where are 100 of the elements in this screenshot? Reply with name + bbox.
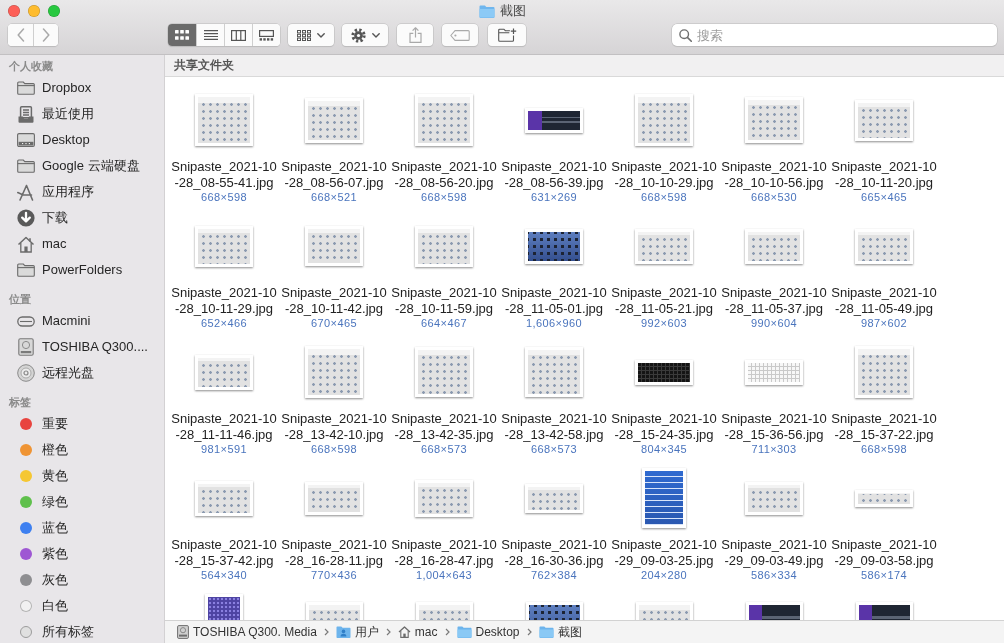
image-dimensions: 564×340 [201, 569, 247, 582]
image-thumbnail[interactable] [415, 94, 473, 146]
file-name[interactable]: Snipaste_2021-10-28_15-37-22.jpg [830, 411, 938, 443]
sidebar-section-title: 位置 [8, 292, 31, 307]
image-thumbnail[interactable] [415, 347, 473, 397]
folder-plus-icon [497, 28, 517, 42]
image-thumbnail[interactable] [642, 468, 686, 528]
sidebar-item[interactable]: 应用程序 [0, 179, 98, 205]
file-name[interactable]: Snipaste_2021-10-29_09-03-58.jpg [830, 537, 938, 569]
image-thumbnail[interactable] [525, 347, 583, 397]
action-dropdown[interactable] [342, 24, 388, 46]
share-icon [408, 27, 422, 43]
image-dimensions: 990×604 [751, 317, 797, 330]
image-dimensions: 711×303 [751, 443, 797, 456]
sidebar-item[interactable]: 紫色 [0, 541, 72, 567]
file-name[interactable]: Snipaste_2021-10-28_10-10-29.jpg [610, 159, 718, 191]
sidebar-item[interactable]: 黄色 [0, 463, 72, 489]
file-name[interactable]: Snipaste_2021-10-29_09-03-25.jpg [610, 537, 718, 569]
file-name[interactable]: Snipaste_2021-10-28_10-11-59.jpg [390, 285, 498, 317]
file-name[interactable]: Snipaste_2021-10-28_16-28-11.jpg [280, 537, 388, 569]
file-name[interactable]: Snipaste_2021-10-28_11-05-01.jpg [500, 285, 608, 317]
file-name[interactable]: Snipaste_2021-10-28_16-30-36.jpg [500, 537, 608, 569]
file-name[interactable]: Snipaste_2021-10-28_13-42-35.jpg [390, 411, 498, 443]
tag-icon [450, 29, 470, 41]
gear-icon [350, 27, 366, 43]
image-dimensions: 670×465 [311, 317, 357, 330]
file-name[interactable]: Snipaste_2021-10-28_10-10-56.jpg [720, 159, 828, 191]
file-name[interactable]: Snipaste_2021-10-28_10-11-29.jpg [170, 285, 278, 317]
image-dimensions: 664×467 [421, 317, 467, 330]
file-name[interactable]: Snipaste_2021-10-28_11-05-21.jpg [610, 285, 718, 317]
file-name[interactable]: Snipaste_2021-10-28_11-05-37.jpg [720, 285, 828, 317]
gallery-icon [259, 29, 274, 41]
sidebar-item[interactable]: 重要 [0, 411, 72, 437]
folder-icon [17, 263, 35, 277]
file-name[interactable]: Snipaste_2021-10-28_16-28-47.jpg [390, 537, 498, 569]
sidebar-item[interactable]: 蓝色 [0, 515, 72, 541]
sidebar-item[interactable]: TOSHIBA Q300.... [0, 334, 152, 360]
sidebar-item[interactable]: mac [0, 231, 71, 257]
chevron-right-icon [444, 628, 450, 636]
sidebar-item[interactable]: 远程光盘 [0, 360, 98, 386]
path-item[interactable]: TOSHIBA Q300. Media [177, 624, 317, 640]
file-name[interactable]: Snipaste_2021-10-28_10-11-42.jpg [280, 285, 388, 317]
image-thumbnail[interactable] [195, 94, 253, 146]
folder-icon [456, 626, 472, 638]
sidebar-item[interactable]: Google 云端硬盘 [0, 153, 144, 179]
file-name[interactable]: Snipaste_2021-10-28_11-11-46.jpg [170, 411, 278, 443]
file-name[interactable]: Snipaste_2021-10-28_13-42-10.jpg [280, 411, 388, 443]
search-field[interactable]: 搜索 [672, 24, 997, 46]
tray-icon [18, 105, 34, 123]
path-item[interactable]: mac [397, 624, 438, 640]
path-item[interactable]: 截图 [538, 624, 582, 640]
column-view-button[interactable] [224, 24, 252, 46]
sidebar-item[interactable]: Macmini [0, 308, 95, 334]
sidebar-item[interactable]: 灰色 [0, 567, 72, 593]
folder-icon [538, 626, 554, 638]
list-view-button[interactable] [196, 24, 224, 46]
file-name[interactable]: Snipaste_2021-10-28_11-05-49.jpg [830, 285, 938, 317]
file-name[interactable]: Snipaste_2021-10-28_15-37-42.jpg [170, 537, 278, 569]
gallery-view-button[interactable] [252, 24, 280, 46]
image-thumbnail[interactable] [855, 346, 913, 398]
file-name[interactable]: Snipaste_2021-10-28_10-11-20.jpg [830, 159, 938, 191]
file-name[interactable]: Snipaste_2021-10-28_08-56-39.jpg [500, 159, 608, 191]
path-item[interactable]: 用户 [335, 624, 379, 640]
arrange-dropdown[interactable] [288, 24, 334, 46]
image-thumbnail[interactable] [635, 94, 693, 146]
chevron-right-icon [385, 628, 391, 636]
sidebar-item[interactable]: PowerFolders [0, 257, 127, 283]
sidebar-item[interactable]: 下载 [0, 205, 72, 231]
image-dimensions: 668×573 [421, 443, 467, 456]
section-title: 共享文件夹 [174, 58, 234, 73]
zoom-button[interactable] [48, 5, 60, 17]
sidebar-item[interactable]: Dropbox [0, 75, 96, 101]
minimize-button[interactable] [28, 5, 40, 17]
image-dimensions: 668×598 [861, 443, 907, 456]
file-name[interactable]: Snipaste_2021-10-28_08-56-20.jpg [390, 159, 498, 191]
sidebar-item[interactable]: Desktop [0, 127, 94, 153]
sidebar-item[interactable]: 最近使用 [0, 101, 98, 127]
close-button[interactable] [8, 5, 20, 17]
path-item[interactable]: Desktop [456, 624, 520, 640]
sidebar-item[interactable]: 所有标签 [0, 619, 98, 643]
file-name[interactable]: Snipaste_2021-10-28_15-24-35.jpg [610, 411, 718, 443]
file-name[interactable]: Snipaste_2021-10-28_08-56-07.jpg [280, 159, 388, 191]
file-name[interactable]: Snipaste_2021-10-29_09-03-49.jpg [720, 537, 828, 569]
new-folder-button[interactable] [488, 24, 526, 46]
sidebar-item[interactable]: 白色 [0, 593, 72, 619]
hard-drive-icon [177, 625, 189, 639]
caret-icon [371, 32, 380, 38]
folder-icon [17, 159, 35, 173]
file-name[interactable]: Snipaste_2021-10-28_08-55-41.jpg [170, 159, 278, 191]
file-name[interactable]: Snipaste_2021-10-28_13-42-58.jpg [500, 411, 608, 443]
icon-view-button[interactable] [168, 24, 196, 46]
circle-icon [20, 626, 32, 638]
file-name[interactable]: Snipaste_2021-10-28_15-36-56.jpg [720, 411, 828, 443]
sidebar-item[interactable]: 绿色 [0, 489, 72, 515]
image-thumbnail[interactable] [305, 346, 363, 398]
sidebar-item[interactable]: 橙色 [0, 437, 72, 463]
image-thumbnail[interactable] [745, 97, 803, 143]
folder-icon [478, 4, 495, 18]
image-dimensions: 665×465 [861, 191, 907, 204]
image-thumbnail[interactable] [305, 226, 363, 266]
